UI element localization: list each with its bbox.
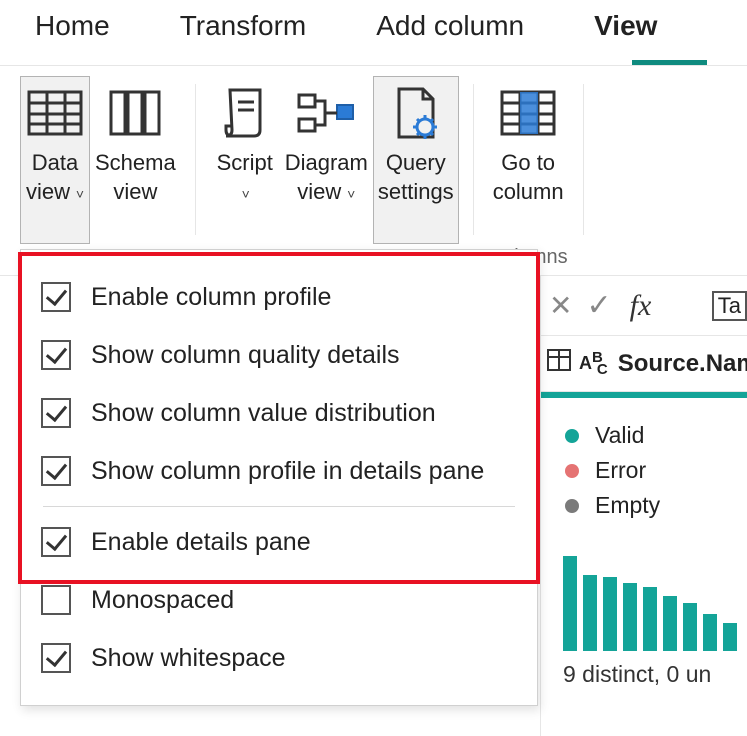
distribution-bar [723, 623, 737, 651]
query-settings-label-2: settings [378, 179, 454, 204]
option-show-column-quality-details[interactable]: Show column quality details [35, 326, 523, 384]
ribbon-tabs: Home Transform Add column View [0, 0, 747, 66]
distribution-bars [541, 535, 747, 655]
checkbox-icon[interactable] [41, 282, 71, 312]
distribution-stats: 9 distinct, 0 un [541, 655, 747, 688]
ribbon-separator [473, 84, 474, 235]
option-label: Show column profile in details pane [91, 457, 484, 486]
option-label: Show column quality details [91, 341, 400, 370]
script-button[interactable]: Script ˅ [210, 76, 280, 244]
chevron-down-icon: ˅ [72, 186, 84, 202]
option-monospaced[interactable]: Monospaced [35, 571, 523, 629]
formula-bar[interactable]: ✕ ✓ fx Ta [541, 276, 747, 336]
ribbon-separator [583, 84, 584, 235]
chevron-down-icon: ˅ [343, 186, 355, 202]
go-to-column-button[interactable]: Go to column [488, 76, 569, 244]
distribution-bar [683, 603, 697, 651]
dot-icon [565, 464, 579, 478]
cancel-icon[interactable]: ✕ [549, 289, 572, 322]
script-label: Script [217, 150, 273, 175]
checkbox-icon[interactable] [41, 643, 71, 673]
option-enable-details-pane[interactable]: Enable details pane [35, 513, 523, 571]
data-view-label-1: Data [32, 150, 78, 175]
quality-legend: Valid Error Empty [541, 398, 747, 535]
ta-button[interactable]: Ta [712, 291, 747, 321]
distribution-bar [663, 596, 677, 651]
data-view-label-2: view [26, 179, 70, 204]
legend-label: Valid [595, 422, 644, 449]
columns-icon [105, 83, 165, 143]
diagram-view-label-2: view [297, 179, 341, 204]
table-icon [547, 349, 571, 378]
tab-view[interactable]: View [594, 10, 657, 65]
editor-preview: ✕ ✓ fx Ta ABC Source.Nam Valid Error Emp… [540, 276, 747, 736]
go-to-column-label-1: Go to [501, 150, 555, 175]
legend-label: Error [595, 457, 646, 484]
document-gear-icon [386, 83, 446, 143]
query-settings-label-1: Query [386, 150, 446, 175]
column-name: Source.Nam [618, 350, 747, 378]
column-header[interactable]: ABC Source.Nam [541, 336, 747, 392]
data-view-dropdown: Enable column profile Show column qualit… [20, 249, 538, 706]
schema-view-button[interactable]: Schema view [90, 76, 181, 244]
distribution-bar [583, 575, 597, 651]
query-settings-button[interactable]: Query settings [373, 76, 459, 244]
active-tab-underline [632, 60, 707, 65]
legend-label: Empty [595, 492, 660, 519]
distribution-bar [643, 587, 657, 651]
data-view-button[interactable]: Data view ˅ [20, 76, 90, 244]
checkbox-icon[interactable] [41, 340, 71, 370]
tab-transform[interactable]: Transform [180, 10, 307, 65]
legend-valid: Valid [565, 422, 747, 449]
table-column-highlight-icon [498, 83, 558, 143]
distribution-bar [703, 614, 717, 651]
option-label: Show column value distribution [91, 399, 436, 428]
schema-view-label-1: Schema [95, 150, 176, 175]
go-to-column-label-2: column [493, 179, 564, 204]
dropdown-separator [43, 506, 515, 507]
option-enable-column-profile[interactable]: Enable column profile [35, 268, 523, 326]
distribution-bar [623, 583, 637, 651]
schema-view-label-2: view [113, 179, 157, 204]
chevron-down-icon: ˅ [242, 186, 250, 202]
option-label: Show whitespace [91, 644, 286, 673]
checkbox-icon[interactable] [41, 398, 71, 428]
dot-icon [565, 429, 579, 443]
checkbox-icon[interactable] [41, 456, 71, 486]
option-label: Enable details pane [91, 528, 311, 557]
option-show-whitespace[interactable]: Show whitespace [35, 629, 523, 687]
script-icon [215, 83, 275, 143]
checkbox-icon[interactable] [41, 585, 71, 615]
tab-home[interactable]: Home [35, 10, 110, 65]
accept-icon[interactable]: ✓ [586, 288, 611, 323]
dot-icon [565, 499, 579, 513]
diagram-view-label-1: Diagram [285, 150, 368, 175]
option-show-column-profile-in-details-pane[interactable]: Show column profile in details pane [35, 442, 523, 500]
distribution-bar [563, 556, 577, 651]
table-grid-icon [25, 83, 85, 143]
legend-error: Error [565, 457, 747, 484]
option-label: Monospaced [91, 586, 234, 615]
legend-empty: Empty [565, 492, 747, 519]
diagram-icon [296, 83, 356, 143]
fx-icon[interactable]: fx [630, 289, 652, 323]
ribbon-separator [195, 84, 196, 235]
ribbon: Data view ˅ Schema view Script ˅ Diagram vie… [0, 66, 747, 276]
diagram-view-button[interactable]: Diagram view ˅ [280, 76, 373, 244]
option-show-column-value-distribution[interactable]: Show column value distribution [35, 384, 523, 442]
option-label: Enable column profile [91, 283, 331, 312]
distribution-bar [603, 577, 617, 651]
tab-add-column[interactable]: Add column [376, 10, 524, 65]
text-type-icon: ABC [579, 349, 608, 378]
checkbox-icon[interactable] [41, 527, 71, 557]
